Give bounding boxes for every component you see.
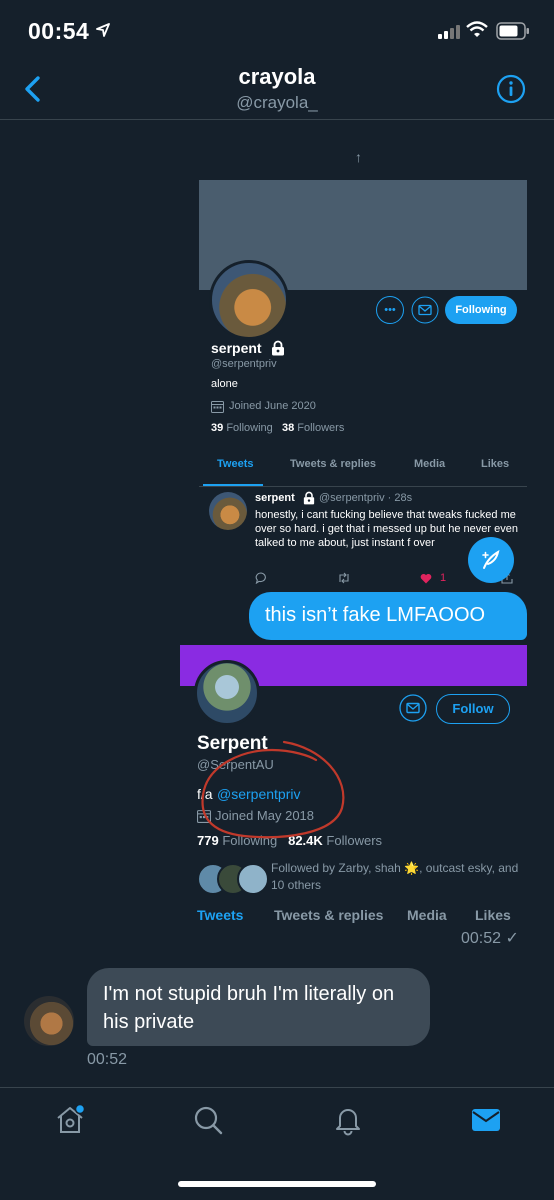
cellular-signal-icon [438,25,460,39]
profile-name: serpent [211,340,262,356]
more-options-icon: ••• [376,296,404,324]
received-timestamp: 00:52 [87,1051,128,1068]
home-indicator[interactable] [178,1181,376,1187]
follower-avatar [237,863,269,895]
profile-bio: alone [211,378,238,390]
status-time: 00:54 [28,18,90,44]
tab-media: Media [414,458,446,470]
avatar [194,660,260,726]
sent-message-text: this isn’t fake LMFAOOO [265,604,486,626]
follow-button: Follow [436,694,510,724]
sent-timestamp: 00:52 ✓ [461,930,519,947]
joined-date: Joined June 2020 [229,400,316,412]
tab-likes: Likes [475,907,511,923]
following-label: Following [226,422,273,434]
info-icon[interactable] [496,74,526,104]
profile-tabs: Tweets Tweets & replies Media Likes [180,907,527,929]
tab-tweets-replies: Tweets & replies [290,458,376,470]
up-arrow-icon: ↑ [355,149,362,165]
sent-message-bubble[interactable]: this isn’t fake LMFAOOO [249,592,527,640]
status-bar: 00:54 [0,0,554,64]
message-icon [399,694,427,722]
calendar-icon [211,401,224,413]
active-tab-indicator [203,484,263,486]
location-arrow-icon [96,23,110,37]
search-icon[interactable] [192,1104,224,1136]
tab-tweets-replies: Tweets & replies [274,907,384,923]
received-message-text: I'm not stupid bruh I'm literally on his… [103,983,395,1033]
conversation-title: crayola [238,64,316,89]
compose-feather-icon [482,549,500,569]
home-icon[interactable] [54,1104,86,1136]
message-icon [411,296,439,324]
avatar [209,260,289,340]
notifications-bell-icon[interactable] [332,1104,364,1136]
lock-icon [303,491,315,505]
received-message-bubble[interactable]: I'm not stupid bruh I'm literally on his… [87,968,430,1046]
battery-icon [496,22,529,40]
reply-icon [255,572,266,584]
tweet-handle-time: @serpentpriv · 28s [319,492,413,504]
retweet-icon [339,572,349,584]
tab-tweets: Tweets [197,907,244,923]
wifi-icon [466,21,488,37]
conversation-handle: @crayola_ [236,93,318,112]
tweet-author: serpent [255,492,295,504]
tweet-avatar [209,492,247,530]
profile-handle: @serpentpriv [211,358,277,370]
following-button: Following [445,296,517,324]
like-count: 1 [440,572,447,584]
followers-label: Followers [297,422,345,434]
followed-by-text: Followed by Zarby, shah 🌟, outcast esky,… [271,861,519,892]
sender-avatar[interactable] [24,996,74,1046]
tab-tweets: Tweets [217,458,254,470]
tab-media: Media [407,907,447,923]
compose-tweet-button [468,537,514,583]
followers-count: 38 [281,422,295,434]
following-count: 39 [211,422,224,434]
red-circle-annotation [201,740,345,839]
profile-tabs: Tweets Tweets & replies Media Likes [199,458,527,487]
screenshot-attachment-1[interactable]: ••• Following serpent @serpentpriv alone… [199,180,527,586]
like-heart-icon [420,573,432,584]
messages-envelope-icon[interactable] [470,1106,502,1134]
lock-icon [272,340,284,356]
follow-counts: 39 Following 38 Followers [211,422,344,434]
tab-likes: Likes [481,458,510,470]
tweet-author-name: serpent [255,492,295,504]
